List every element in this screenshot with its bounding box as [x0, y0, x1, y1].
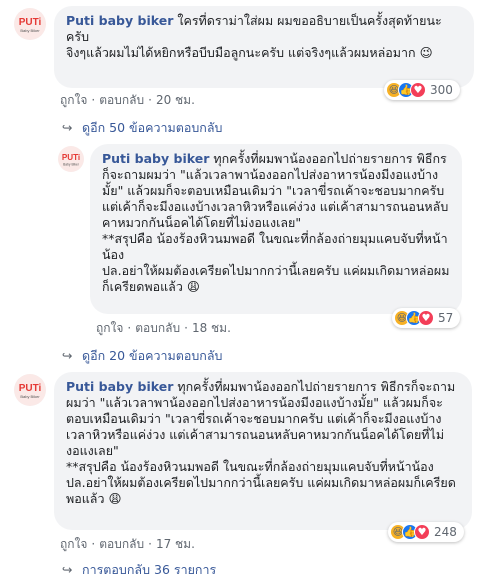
love-icon: ♥ — [414, 524, 430, 540]
reply-arrow-icon: ↪ — [62, 120, 73, 135]
reaction-count: 300 — [430, 83, 453, 97]
comment-author[interactable]: Puti baby biker — [66, 13, 173, 28]
reaction-summary[interactable]: 😆 👍 ♥ 248 — [388, 522, 464, 542]
comment-actions: ถูกใจ · ตอบกลับ · 17 ชม. — [60, 537, 195, 551]
view-more-replies[interactable]: ↪ ดูอีก 50 ข้อความตอบกลับ — [62, 120, 222, 136]
like-link[interactable]: ถูกใจ — [60, 537, 87, 551]
reply-link[interactable]: ตอบกลับ — [99, 537, 144, 551]
love-icon: ♥ — [418, 310, 434, 326]
comment-actions: ถูกใจ · ตอบกลับ · 18 ชม. — [96, 321, 231, 335]
comment-actions: ถูกใจ · ตอบกลับ · 20 ชม. — [60, 93, 195, 107]
comment-text: ทุกครั้งที่ผมพาน้องออกไปถ่ายรายการ พิธีก… — [66, 379, 456, 506]
comment-time[interactable]: 17 ชม. — [156, 537, 195, 551]
reply-arrow-icon: ↪ — [62, 562, 73, 577]
view-more-replies[interactable]: ↪ การตอบกลับ 36 รายการ — [62, 562, 216, 578]
like-link[interactable]: ถูกใจ — [60, 93, 87, 107]
comment-time[interactable]: 18 ชม. — [192, 321, 231, 335]
avatar-logo-sub: Baby Biker — [63, 163, 80, 167]
reply-link[interactable]: ตอบกลับ — [135, 321, 180, 335]
avatar[interactable]: PUTi Baby Biker — [14, 374, 46, 406]
comment-time[interactable]: 20 ชม. — [156, 93, 195, 107]
like-link[interactable]: ถูกใจ — [96, 321, 123, 335]
comment-bubble: Puti baby biker ใครที่ดราม่าใส่ผม ผมขออธิ… — [54, 6, 474, 88]
avatar-logo-text: PUTi — [19, 383, 42, 394]
avatar[interactable]: PUTi Baby Biker — [58, 146, 84, 172]
avatar-logo-text: PUTi — [62, 153, 80, 162]
avatar[interactable]: PUTi Baby Biker — [14, 8, 46, 40]
comment-author[interactable]: Puti baby biker — [66, 379, 173, 394]
view-more-replies[interactable]: ↪ ดูอีก 20 ข้อความตอบกลับ — [62, 348, 222, 364]
comment-text: ทุกครั้งที่ผมพาน้องออกไปถ่ายรายการ พิธีก… — [102, 151, 450, 294]
view-more-replies-label[interactable]: ดูอีก 50 ข้อความตอบกลับ — [82, 120, 222, 135]
love-icon: ♥ — [410, 82, 426, 98]
comment-bubble: Puti baby biker ทุกครั้งที่ผมพาน้องออกไปถ… — [54, 372, 472, 530]
avatar-logo-sub: Baby Biker — [20, 28, 40, 33]
reaction-summary[interactable]: 😆 👍 ♥ 57 — [392, 308, 460, 328]
avatar-logo-sub: Baby Biker — [20, 394, 40, 399]
comment-author[interactable]: Puti baby biker — [102, 151, 209, 166]
comment-bubble: Puti baby biker ทุกครั้งที่ผมพาน้องออกไปถ… — [90, 144, 462, 314]
view-more-replies-label[interactable]: ดูอีก 20 ข้อความตอบกลับ — [82, 348, 222, 363]
reply-link[interactable]: ตอบกลับ — [99, 93, 144, 107]
reaction-count: 248 — [434, 525, 457, 539]
view-more-replies-label[interactable]: การตอบกลับ 36 รายการ — [82, 562, 216, 577]
reaction-summary[interactable]: 😆 👍 ♥ 300 — [384, 80, 460, 100]
reaction-count: 57 — [438, 311, 454, 325]
reply-arrow-icon: ↪ — [62, 348, 73, 363]
avatar-logo-text: PUTi — [19, 17, 42, 28]
